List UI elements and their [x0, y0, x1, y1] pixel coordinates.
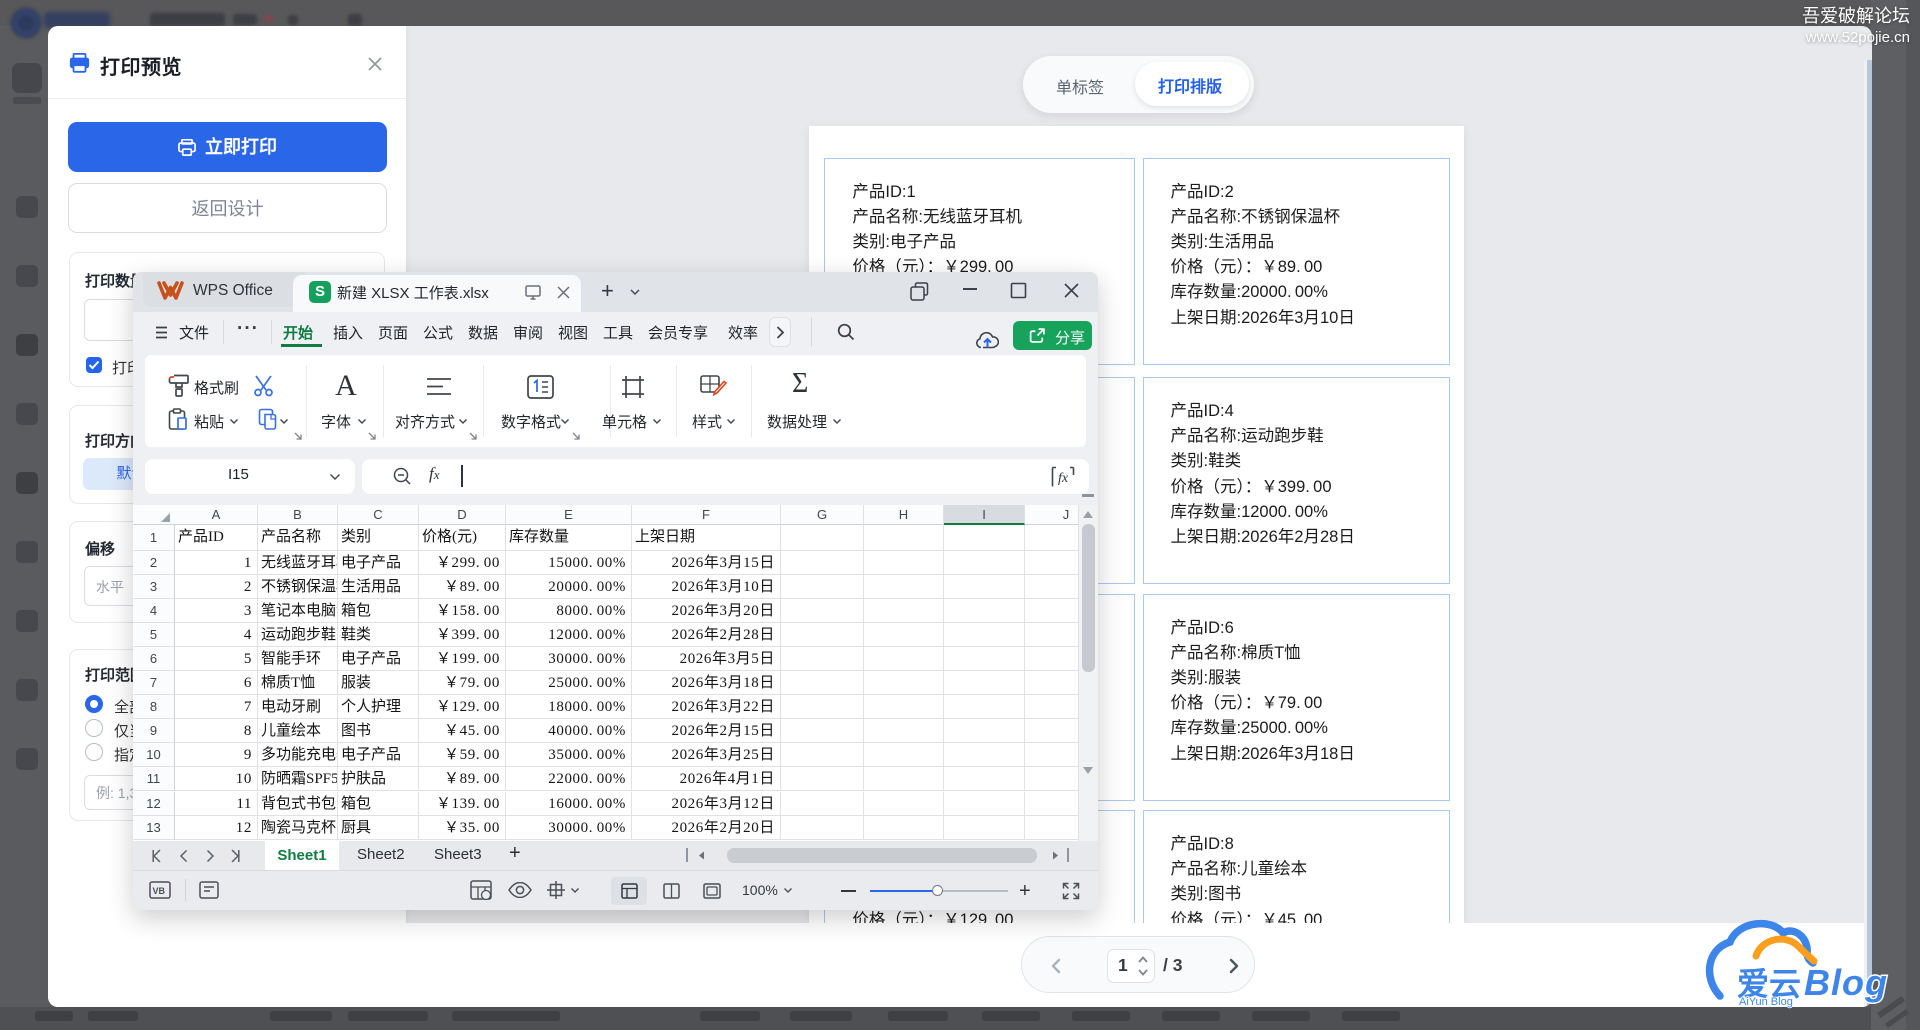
- svg-text:AiYun Blog: AiYun Blog: [1739, 996, 1793, 1008]
- svg-text:Blog: Blog: [1804, 962, 1888, 1003]
- svg-text:fx: fx: [1058, 471, 1069, 486]
- svg-text:VB: VB: [153, 886, 166, 896]
